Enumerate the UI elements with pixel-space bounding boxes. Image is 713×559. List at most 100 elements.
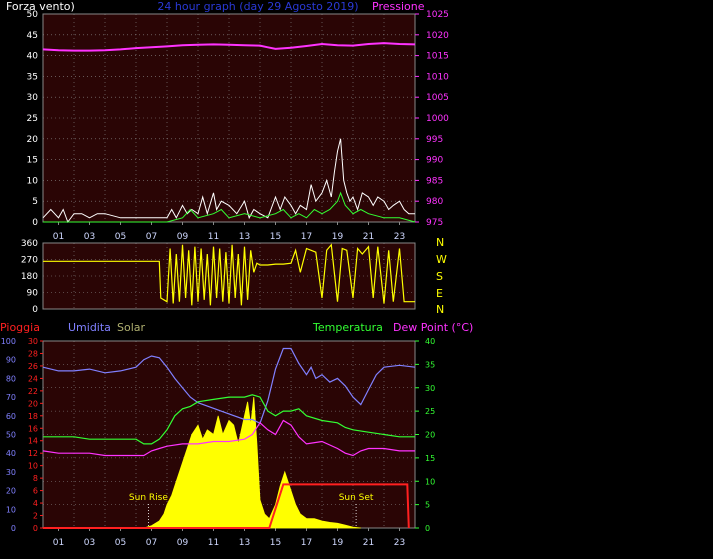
wind-tick-label: 45: [27, 31, 38, 41]
compass-label: E: [436, 287, 443, 300]
wind-tick-label: 0: [32, 218, 38, 228]
temp-tick-label: 10: [425, 477, 435, 486]
legend-pioggia: Pioggia: [0, 321, 40, 334]
rain-tick-label: 28: [28, 349, 38, 358]
legend-temperatura: Temperatura: [312, 321, 383, 334]
temp-tick-label: 25: [425, 407, 435, 416]
x-tick-label: 03: [84, 538, 95, 548]
compass-label: S: [436, 270, 443, 283]
rain-tick-label: 20: [28, 399, 38, 408]
rain-tick-label: 12: [28, 449, 38, 458]
temp-tick-label: 15: [425, 454, 435, 463]
direction-tick-label: 90: [27, 289, 39, 299]
rain-tick-label: 2: [33, 512, 38, 521]
x-tick-label: 15: [270, 538, 281, 548]
x-tick-label: 23: [394, 538, 405, 548]
pressure-tick-label: 1025: [426, 10, 449, 20]
rain-tick-label: 10: [28, 462, 38, 471]
rain-tick-label: 26: [28, 362, 38, 371]
wind-tick-label: 20: [27, 135, 39, 145]
compass-label: N: [436, 236, 444, 249]
humidity-tick-label: 40: [6, 449, 16, 458]
temp-tick-label: 30: [425, 384, 435, 393]
pressure-tick-label: 1010: [426, 72, 449, 82]
pressure-tick-label: 980: [426, 197, 443, 207]
x-tick-label: 09: [177, 232, 189, 242]
humidity-tick-label: 100: [1, 337, 16, 346]
legend-dew-point: Dew Point (°C): [393, 321, 473, 334]
wind-tick-label: 25: [27, 114, 38, 124]
direction-tick-label: 360: [21, 239, 38, 249]
x-tick-label: 13: [239, 232, 250, 242]
wind-tick-label: 30: [27, 93, 39, 103]
rain-humidity-temp-x-ticks: 01 03 05 07 09 11 13 15 17 19 21 23: [53, 528, 405, 548]
humidity-tick-label: 50: [6, 431, 16, 440]
rain-tick-label: 16: [28, 424, 38, 433]
x-tick-label: 19: [332, 538, 344, 548]
wind-pressure-x-ticks: 01 03 05 07 09 11 13 15 17 19 21 23: [53, 222, 405, 242]
wind-tick-label: 40: [27, 52, 39, 62]
x-tick-label: 19: [332, 232, 344, 242]
humidity-tick-label: 60: [6, 412, 16, 421]
rain-tick-label: 18: [28, 412, 38, 421]
x-tick-label: 01: [53, 232, 64, 242]
humidity-tick-label: 70: [6, 393, 16, 402]
legend-solar: Solar: [117, 321, 146, 334]
x-tick-label: 13: [239, 538, 250, 548]
pressure-axis-label: Pressione: [372, 0, 425, 13]
rain-tick-label: 22: [28, 387, 38, 396]
pressure-tick-label: 1005: [426, 93, 449, 103]
wind-tick-label: 15: [27, 156, 38, 166]
x-tick-label: 07: [146, 538, 157, 548]
temp-tick-label: 0: [425, 524, 430, 533]
weather-charts-svg: 05101520253035404550 9759809859909951000…: [0, 0, 473, 548]
temp-tick-label: 20: [425, 431, 435, 440]
rain-axis-ticks: 024681012141618202224262830: [28, 337, 43, 533]
x-tick-label: 21: [363, 538, 374, 548]
chart-title: 24 hour graph (day 29 Agosto 2019): [157, 0, 358, 13]
compass-labels: NWSEN: [436, 236, 447, 316]
rain-tick-label: 6: [33, 487, 38, 496]
x-tick-label: 17: [301, 232, 312, 242]
wind-tick-label: 10: [27, 176, 39, 186]
wind-axis-ticks: 05101520253035404550: [27, 10, 39, 228]
temp-tick-label: 40: [425, 337, 435, 346]
rain-tick-label: 24: [28, 374, 38, 383]
sun-annotation-label: Sun Set: [339, 493, 374, 503]
humidity-tick-label: 10: [6, 505, 16, 514]
x-tick-label: 09: [177, 538, 189, 548]
rain-tick-label: 8: [33, 474, 38, 483]
pressure-tick-label: 975: [426, 218, 443, 228]
x-tick-label: 07: [146, 232, 157, 242]
pressure-axis-ticks: 975 980 985 990 995 1000 1005 1010 1015 1020 1025: [415, 10, 449, 228]
wind-tick-label: 35: [27, 72, 38, 82]
direction-tick-label: 270: [21, 256, 38, 266]
wind-tick-label: 5: [32, 197, 38, 207]
direction-axis-ticks: 0 90 180 270 360: [21, 239, 38, 315]
legend-umidita: Umidita: [68, 321, 111, 334]
rain-tick-label: 30: [28, 337, 38, 346]
pressure-tick-label: 995: [426, 135, 443, 145]
pressure-tick-label: 990: [426, 156, 443, 166]
pressure-tick-label: 1015: [426, 52, 449, 62]
pressure-tick-label: 1000: [426, 114, 449, 124]
wind-axis-label: Forza vento): [6, 0, 75, 13]
compass-label: W: [436, 253, 447, 266]
x-tick-label: 03: [84, 232, 95, 242]
x-tick-label: 05: [115, 538, 126, 548]
pressure-tick-label: 1020: [426, 31, 449, 41]
x-tick-label: 11: [208, 538, 219, 548]
x-tick-label: 21: [363, 232, 374, 242]
sun-annotation-label: Sun Rise: [129, 493, 168, 503]
compass-label: N: [436, 303, 444, 316]
x-tick-label: 11: [208, 232, 219, 242]
rain-tick-label: 0: [33, 524, 38, 533]
temp-tick-label: 5: [425, 501, 430, 510]
x-tick-label: 15: [270, 232, 281, 242]
weather-graph-page: 0 5 10 15 20 25 30 35 40 45 50 975 980 985 990 995 1000…: [0, 0, 713, 555]
humidity-tick-label: 0: [11, 524, 16, 533]
humidity-axis-ticks: 0 10 20 30 40 50 60 70 80 90 100: [1, 337, 16, 533]
rain-tick-label: 14: [28, 437, 38, 446]
humidity-tick-label: 90: [6, 356, 16, 365]
pressure-tick-label: 985: [426, 176, 443, 186]
